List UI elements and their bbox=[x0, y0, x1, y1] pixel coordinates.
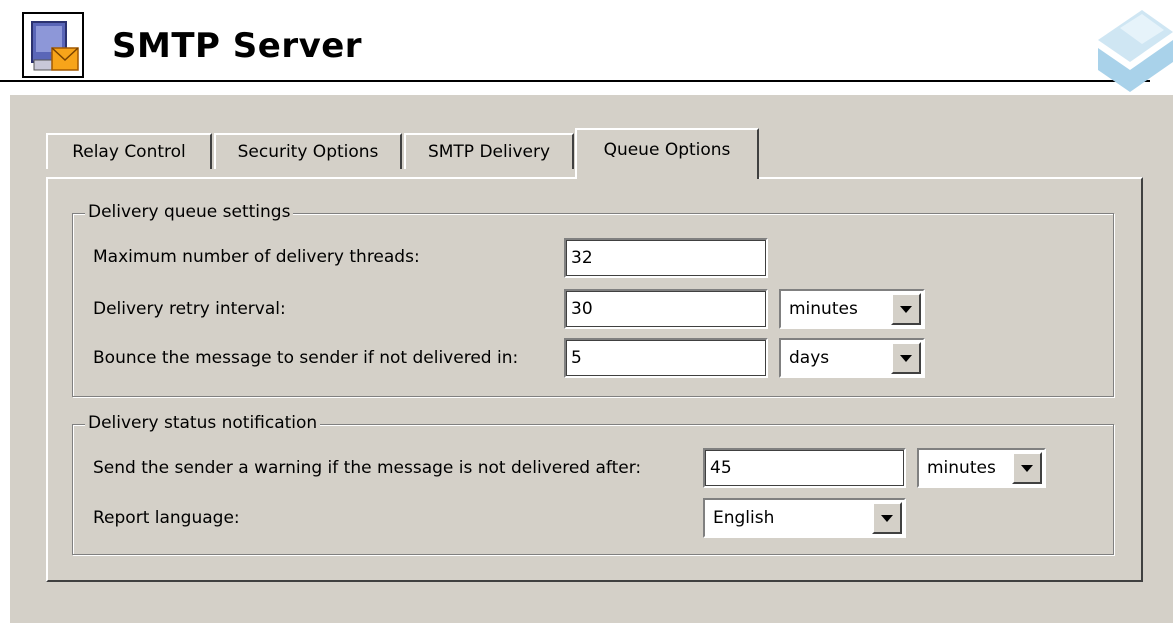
smtp-server-icon bbox=[22, 12, 84, 78]
tab-label: Security Options bbox=[237, 142, 379, 162]
tab-label: Queue Options bbox=[603, 139, 731, 160]
max-threads-input[interactable] bbox=[564, 238, 768, 278]
dropdown-button[interactable] bbox=[891, 342, 921, 374]
select-value: minutes bbox=[789, 299, 858, 319]
group-legend: Delivery queue settings bbox=[85, 202, 294, 222]
select-value: days bbox=[789, 348, 830, 368]
chevron-down-icon bbox=[881, 514, 893, 522]
chevron-down-icon bbox=[1021, 464, 1033, 472]
delivery-status-notification-group: Delivery status notification bbox=[72, 413, 1114, 555]
page-header: SMTP Server bbox=[0, 0, 1173, 95]
tab-security-options[interactable]: Security Options bbox=[214, 133, 402, 169]
retry-interval-label: Delivery retry interval: bbox=[93, 299, 286, 319]
tab-label: Relay Control bbox=[72, 142, 186, 162]
tab-queue-options[interactable]: Queue Options bbox=[575, 128, 759, 179]
chevron-down-icon bbox=[900, 305, 912, 313]
max-threads-label: Maximum number of delivery threads: bbox=[93, 247, 420, 267]
dropdown-button[interactable] bbox=[1012, 452, 1042, 484]
dropdown-button[interactable] bbox=[872, 502, 902, 534]
group-legend: Delivery status notification bbox=[85, 413, 321, 433]
header-divider bbox=[0, 80, 1150, 82]
warning-input[interactable] bbox=[703, 448, 906, 488]
bounce-unit-select[interactable]: days bbox=[779, 338, 925, 378]
select-value: English bbox=[713, 508, 775, 528]
page-title: SMTP Server bbox=[112, 26, 363, 66]
retry-interval-input[interactable] bbox=[564, 289, 768, 329]
report-language-label: Report language: bbox=[93, 508, 240, 528]
report-language-select[interactable]: English bbox=[703, 498, 906, 538]
bounce-label: Bounce the message to sender if not deli… bbox=[93, 348, 519, 368]
chevron-down-icon bbox=[900, 354, 912, 362]
warning-label: Send the sender a warning if the message… bbox=[93, 458, 642, 478]
tab-relay-control[interactable]: Relay Control bbox=[46, 133, 212, 169]
bounce-input[interactable] bbox=[564, 338, 768, 378]
warning-unit-select[interactable]: minutes bbox=[917, 448, 1046, 488]
tab-label: SMTP Delivery bbox=[427, 142, 551, 162]
select-value: minutes bbox=[927, 458, 996, 478]
dropdown-button[interactable] bbox=[891, 293, 921, 325]
retry-unit-select[interactable]: minutes bbox=[779, 289, 925, 329]
brand-logo-icon bbox=[1098, 10, 1173, 92]
tab-smtp-delivery[interactable]: SMTP Delivery bbox=[404, 133, 574, 169]
